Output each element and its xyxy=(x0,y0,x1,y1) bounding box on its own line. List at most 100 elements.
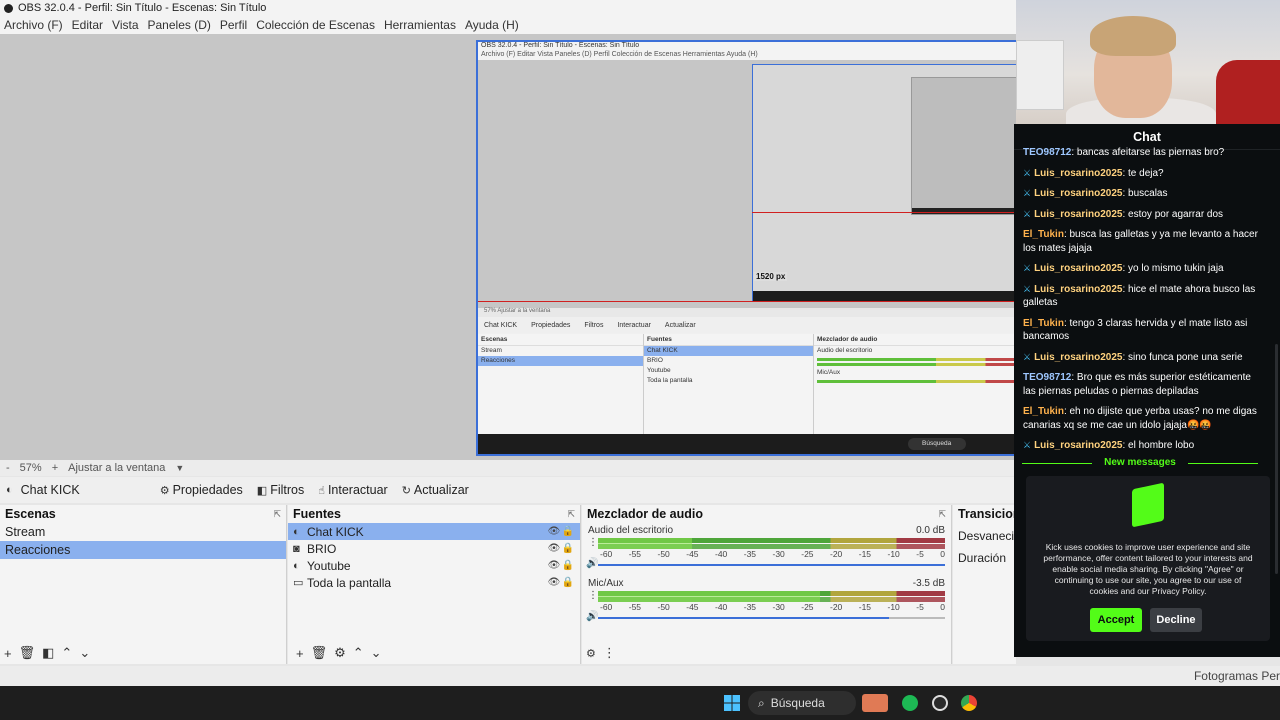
menu-perfil[interactable]: Perfil xyxy=(220,18,247,32)
dock-undock-icon[interactable]: ⇱ xyxy=(938,509,946,520)
move-up-icon[interactable]: ⌃ xyxy=(61,645,72,661)
menu-ayuda[interactable]: Ayuda (H) xyxy=(465,18,519,32)
scale-tick: 0 xyxy=(940,549,945,559)
chat-scrollbar[interactable] xyxy=(1275,344,1278,574)
nested-source-item: BRIO xyxy=(647,357,663,364)
chat-username[interactable]: TEO98712 xyxy=(1023,147,1071,158)
nested-source-item: Chat KICK xyxy=(644,346,813,356)
nested-meter xyxy=(817,363,1015,366)
chat-message: ⚔ Luis_rosarino2025: yo lo mismo tukin ja… xyxy=(1023,262,1266,276)
chat-username[interactable]: Luis_rosarino2025 xyxy=(1034,284,1122,295)
eye-icon[interactable]: 👁 xyxy=(547,543,561,554)
chat-username[interactable]: El_Tukin xyxy=(1023,318,1064,329)
scale-tick: -40 xyxy=(715,549,728,559)
properties-button[interactable]: ⚙ Propiedades xyxy=(160,483,243,497)
mixer-header: Mezclador de audio ⇱ xyxy=(582,505,951,523)
chat-username[interactable]: El_Tukin xyxy=(1023,406,1064,417)
windows-taskbar: ⌕ Búsqueda xyxy=(0,686,1280,720)
trash-icon[interactable]: 🗑 xyxy=(19,645,36,661)
volume-slider[interactable]: 🔊 xyxy=(586,611,945,624)
chat-username[interactable]: Luis_rosarino2025 xyxy=(1034,352,1122,363)
chat-username[interactable]: Luis_rosarino2025 xyxy=(1034,440,1122,451)
eye-icon[interactable]: 👁 xyxy=(547,577,561,588)
lock-icon[interactable]: 🔒 xyxy=(561,577,575,588)
windows-start-icon[interactable] xyxy=(724,695,740,711)
more-icon[interactable]: ⋮ xyxy=(603,645,616,661)
volume-meter: ⋮ xyxy=(588,589,945,602)
decline-cookies-button[interactable]: Decline xyxy=(1150,608,1202,632)
chat-username[interactable]: El_Tukin xyxy=(1023,229,1064,240)
fit-dropdown-icon[interactable]: ▼ xyxy=(175,463,184,473)
speaker-icon[interactable]: 🔊 xyxy=(586,558,598,569)
menu-herramientas[interactable]: Herramientas xyxy=(384,18,456,32)
filters-button[interactable]: ◧ Filtros xyxy=(257,483,304,497)
sources-title: Fuentes xyxy=(293,507,341,521)
nested-deep-capture xyxy=(911,77,1016,215)
move-down-icon[interactable]: ⌄ xyxy=(371,645,382,661)
search-icon: ⌕ xyxy=(758,695,765,710)
menu-coleccion[interactable]: Colección de Escenas xyxy=(256,18,375,32)
track-menu-icon[interactable]: ⋮ xyxy=(588,590,598,601)
obs-taskbar-icon[interactable] xyxy=(932,695,948,711)
zoom-level: 57% xyxy=(19,462,42,474)
speaker-icon[interactable]: 🔊 xyxy=(586,611,598,622)
track-menu-icon[interactable]: ⋮ xyxy=(588,537,598,548)
accept-cookies-button[interactable]: Accept xyxy=(1090,608,1142,632)
lock-icon[interactable]: 🔒 xyxy=(561,526,575,537)
menu-paneles[interactable]: Paneles (D) xyxy=(148,18,211,32)
eye-icon[interactable]: 👁 xyxy=(547,526,561,537)
volume-slider[interactable]: 🔊 xyxy=(586,558,945,571)
app-thumbnail-icon[interactable] xyxy=(862,694,888,712)
dock-undock-icon[interactable]: ⇱ xyxy=(273,509,281,520)
nested-source-item: Youtube xyxy=(647,367,671,374)
mixer-track: Mic/Aux -3.5 dB ⋮ -60 -55 -50 -45 -40 -35 -30 -2… xyxy=(582,576,951,624)
refresh-button[interactable]: ↻ Actualizar xyxy=(402,483,469,497)
sword-badge-icon: ⚔ xyxy=(1023,351,1032,362)
menu-vista[interactable]: Vista xyxy=(112,18,138,32)
transitions-title: Transicion xyxy=(958,507,1016,521)
lock-icon[interactable]: 🔒 xyxy=(561,560,575,571)
chat-username[interactable]: TEO98712 xyxy=(1023,372,1071,383)
chrome-icon[interactable] xyxy=(961,695,977,711)
source-item[interactable]: ◙ BRIO 👁 🔒 xyxy=(288,540,580,557)
zoom-in-button[interactable]: + xyxy=(52,462,58,474)
spotify-icon[interactable] xyxy=(902,695,918,711)
scale-tick: -50 xyxy=(657,602,670,612)
trash-icon[interactable]: 🗑 xyxy=(311,645,328,661)
chat-text: : sino funca pone una serie xyxy=(1122,351,1243,363)
fit-to-window[interactable]: Ajustar a la ventana xyxy=(68,462,165,474)
nested-preview: 1520 px xyxy=(478,60,1016,308)
chat-message: ⚔ Luis_rosarino2025: buscalas xyxy=(1023,187,1266,201)
eye-icon[interactable]: 👁 xyxy=(547,560,561,571)
move-up-icon[interactable]: ⌃ xyxy=(353,645,364,661)
chat-username[interactable]: Luis_rosarino2025 xyxy=(1034,188,1122,199)
interact-button[interactable]: ☝ Interactuar xyxy=(318,483,387,497)
chat-username[interactable]: Luis_rosarino2025 xyxy=(1034,209,1122,220)
nested-docks: Escenas Stream Reacciones Fuentes Chat K… xyxy=(478,334,1016,434)
filters-icon[interactable]: ◧ xyxy=(42,645,54,661)
preview-canvas[interactable]: OBS 32.0.4 - Perfil: Sin Título - Escena… xyxy=(0,34,1016,460)
scene-item-stream[interactable]: Stream xyxy=(0,523,286,541)
gear-icon[interactable]: ⚙ xyxy=(586,647,596,660)
menu-archivo[interactable]: Archivo (F) xyxy=(4,18,63,32)
dock-undock-icon[interactable]: ⇱ xyxy=(567,509,575,520)
add-icon[interactable]: + xyxy=(296,646,304,661)
source-item[interactable]: ▭ Toda la pantalla 👁 🔒 xyxy=(288,574,580,591)
add-icon[interactable]: + xyxy=(4,646,12,661)
lock-icon[interactable]: 🔒 xyxy=(561,543,575,554)
chat-username[interactable]: Luis_rosarino2025 xyxy=(1034,263,1122,274)
gear-icon[interactable]: ⚙ xyxy=(334,645,346,661)
globe-icon: ◐ xyxy=(6,484,13,496)
move-down-icon[interactable]: ⌄ xyxy=(79,645,90,661)
scale-tick: -15 xyxy=(858,549,872,559)
new-messages-divider[interactable]: New messages xyxy=(1014,457,1266,468)
chat-username[interactable]: Luis_rosarino2025 xyxy=(1034,168,1122,179)
scenes-dock: Escenas ⇱ Stream Reacciones + 🗑 ◧ ⌃ ⌄ xyxy=(0,505,287,664)
source-item[interactable]: ◐ Chat KICK 👁 🔒 xyxy=(288,523,580,540)
menu-editar[interactable]: Editar xyxy=(72,18,103,32)
transition-select[interactable]: Desvaneci xyxy=(953,527,1016,545)
taskbar-search[interactable]: ⌕ Búsqueda xyxy=(748,691,856,715)
source-item[interactable]: ◐ Youtube 👁 🔒 xyxy=(288,557,580,574)
scene-item-reacciones[interactable]: Reacciones xyxy=(0,541,286,559)
zoom-out-button[interactable]: - xyxy=(6,462,10,474)
